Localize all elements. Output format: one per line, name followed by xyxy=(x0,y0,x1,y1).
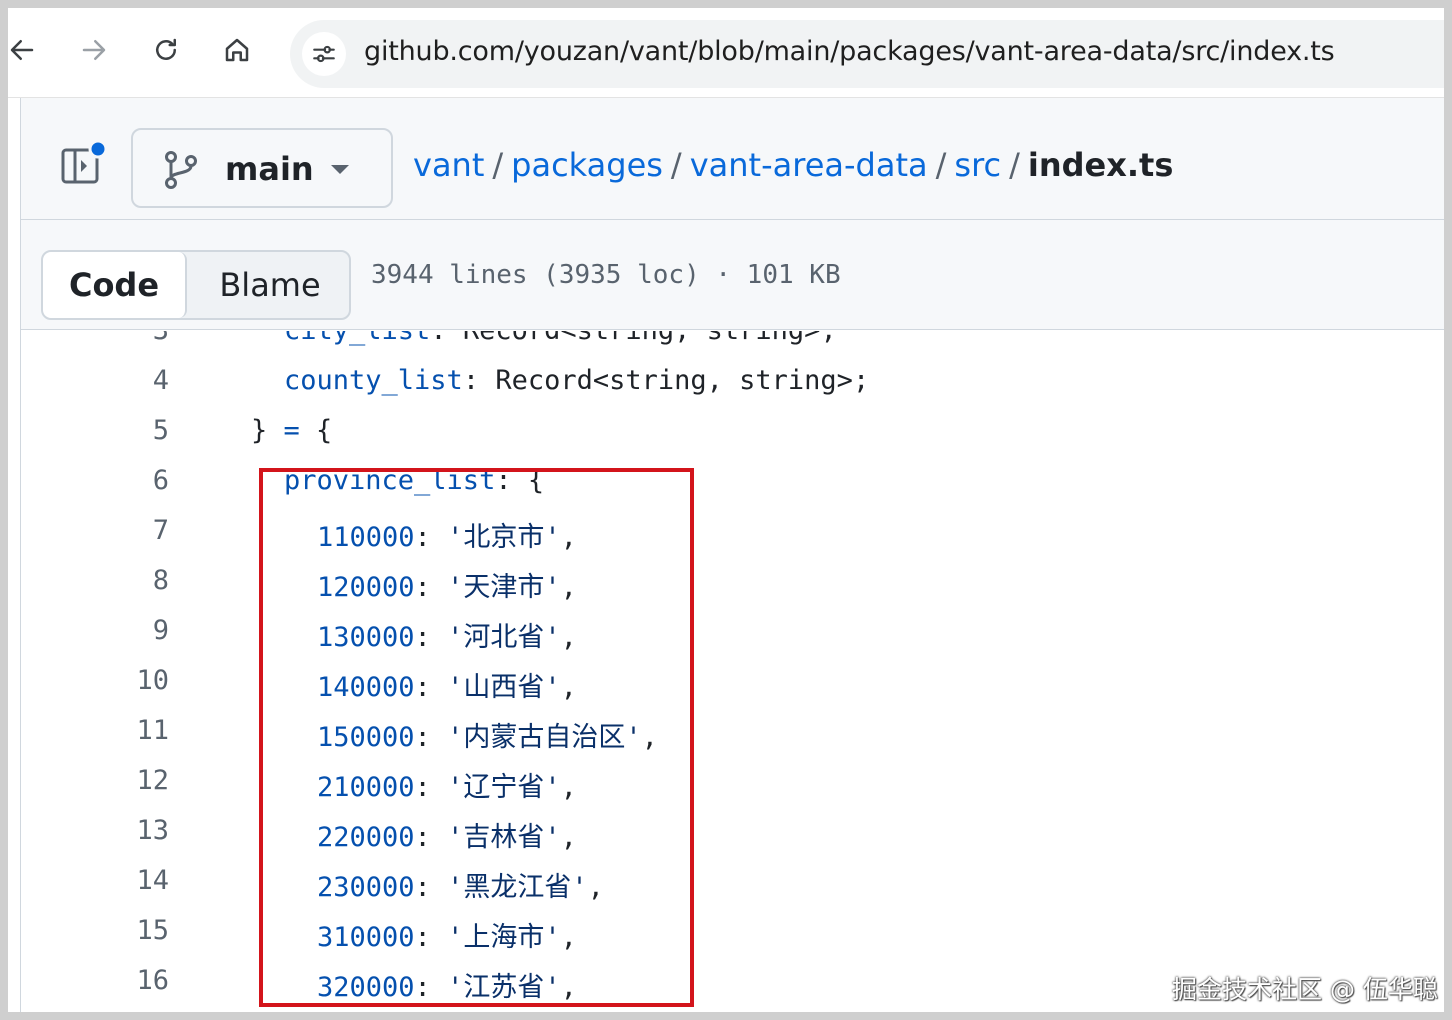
code-line: 8 120000: '天津市', xyxy=(21,557,1444,607)
breadcrumb-vant[interactable]: vant xyxy=(413,146,484,184)
file-info: 3944 lines (3935 loc) · 101 KB xyxy=(371,260,841,290)
code-viewer: 3 city_list: Record<string, string>; 4 c… xyxy=(21,331,1444,1012)
code-text: county_list: Record<string, string>; xyxy=(284,365,869,396)
code-line: 3 city_list: Record<string, string>; xyxy=(21,331,1444,357)
code-line: 15 310000: '上海市', xyxy=(21,907,1444,957)
breadcrumb-current-file: index.ts xyxy=(1027,146,1174,184)
breadcrumb-separator: / xyxy=(1009,146,1020,184)
code-text: city_list: Record<string, string>; xyxy=(284,331,837,346)
line-number[interactable]: 15 xyxy=(136,915,169,946)
breadcrumb-packages[interactable]: packages xyxy=(511,146,663,184)
code-line: 6 province_list: { xyxy=(21,457,1444,507)
line-number[interactable]: 12 xyxy=(136,765,169,796)
breadcrumb-separator: / xyxy=(670,146,682,184)
code-text: } = { xyxy=(251,415,333,446)
code-line: 13 220000: '吉林省', xyxy=(21,807,1444,857)
expand-file-tree-button[interactable] xyxy=(59,138,108,186)
line-number[interactable]: 6 xyxy=(153,465,169,496)
code-line: 9 130000: '河北省', xyxy=(21,607,1444,657)
line-number[interactable]: 10 xyxy=(136,665,169,696)
line-number[interactable]: 14 xyxy=(136,865,169,896)
code-line: 11 150000: '内蒙古自治区', xyxy=(21,707,1444,757)
sidebar-expand-icon xyxy=(61,139,108,184)
line-number[interactable]: 16 xyxy=(136,965,169,996)
back-arrow-icon xyxy=(10,40,34,60)
view-mode-toggle: Code Blame xyxy=(41,250,351,320)
code-line: 5 } = { xyxy=(21,407,1444,457)
browser-toolbar: github.com/youzan/vant/blob/main/package… xyxy=(8,8,1444,98)
chevron-down-icon xyxy=(331,165,349,174)
home-button[interactable] xyxy=(215,28,259,72)
code-property: county_list xyxy=(284,365,463,396)
file-toolbar: Code Blame 3944 lines (3935 loc) · 101 K… xyxy=(21,220,1444,330)
breadcrumb-separator: / xyxy=(935,146,947,184)
reload-button[interactable] xyxy=(144,28,188,72)
code-line: 7 110000: '北京市', xyxy=(21,507,1444,557)
branch-selector[interactable]: main xyxy=(131,128,393,208)
code-line: 10 140000: '山西省', xyxy=(21,657,1444,707)
breadcrumb: vant / packages / vant-area-data / src / index.t… xyxy=(413,146,1173,184)
branch-name: main xyxy=(225,150,314,188)
code-line: 14 230000: '黑龙江省', xyxy=(21,857,1444,907)
line-number[interactable]: 9 xyxy=(153,615,169,646)
code-type: : Record<string, string>; xyxy=(430,331,836,346)
site-info-button[interactable] xyxy=(302,32,346,76)
code-line: 4 county_list: Record<string, string>; xyxy=(21,357,1444,407)
code-tab[interactable]: Code xyxy=(43,252,187,318)
code-line: 12 210000: '辽宁省', xyxy=(21,757,1444,807)
url-text[interactable]: github.com/youzan/vant/blob/main/package… xyxy=(364,36,1335,67)
file-header: main vant / packages / vant-area-data / src / in… xyxy=(21,98,1444,220)
forward-button[interactable] xyxy=(72,28,116,72)
line-number[interactable]: 8 xyxy=(153,565,169,596)
code-property: city_list xyxy=(284,331,430,346)
github-file-view: main vant / packages / vant-area-data / src / in… xyxy=(20,98,1444,1012)
back-button[interactable] xyxy=(8,28,44,72)
line-number[interactable]: 5 xyxy=(153,415,169,446)
site-info-icon xyxy=(313,45,335,63)
address-bar[interactable]: github.com/youzan/vant/blob/main/package… xyxy=(290,20,1444,88)
screenshot-frame: github.com/youzan/vant/blob/main/package… xyxy=(8,8,1444,1012)
git-branch-icon xyxy=(165,151,197,189)
line-number[interactable]: 4 xyxy=(153,365,169,396)
watermark: 掘金技术社区 @ 伍华聪 xyxy=(1172,975,1438,1004)
line-number[interactable]: 7 xyxy=(153,515,169,546)
line-number[interactable]: 3 xyxy=(153,331,169,346)
code-type: : Record<string, string>; xyxy=(462,365,870,396)
forward-arrow-icon xyxy=(82,40,106,60)
breadcrumb-separator: / xyxy=(492,146,504,184)
line-number[interactable]: 13 xyxy=(136,815,169,846)
line-number[interactable]: 11 xyxy=(136,715,169,746)
home-icon xyxy=(225,38,249,62)
breadcrumb-vant-area-data[interactable]: vant-area-data xyxy=(690,146,928,184)
blame-tab[interactable]: Blame xyxy=(189,252,349,318)
annotation-highlight-box xyxy=(259,468,694,1007)
breadcrumb-src[interactable]: src xyxy=(954,146,1001,184)
reload-icon xyxy=(156,38,176,60)
